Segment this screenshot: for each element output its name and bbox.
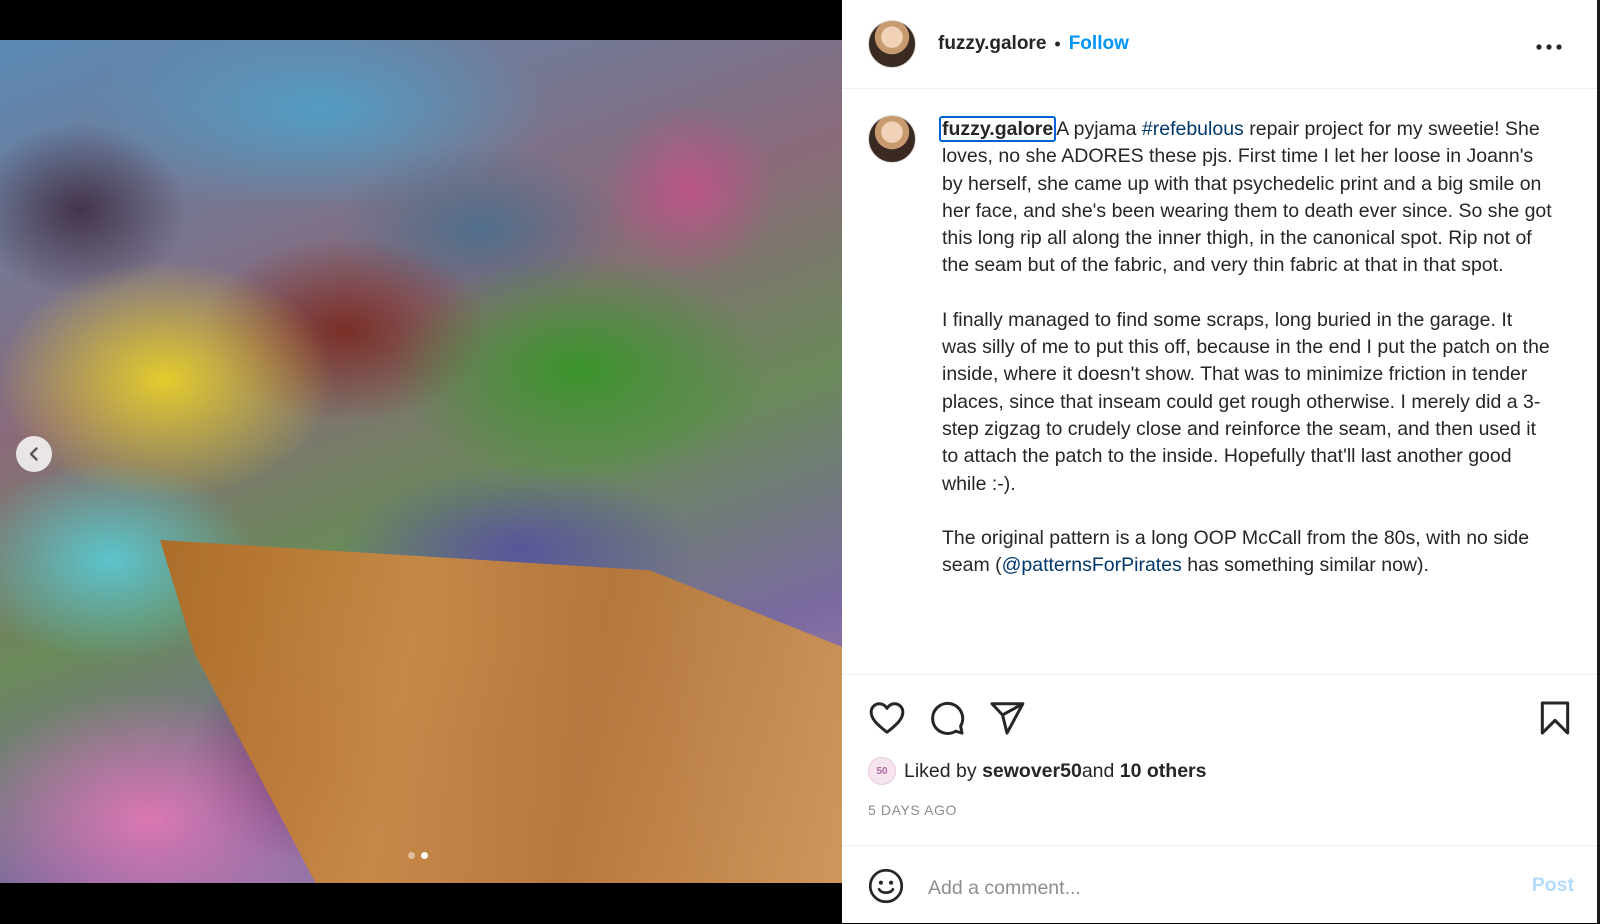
post-comment-button[interactable]: Post — [1532, 874, 1574, 897]
likes-prefix: Liked by — [904, 759, 977, 782]
likes-middle: and — [1081, 759, 1115, 782]
post-panel: fuzzy.galore • Follow fuzzy.galore A pyja… — [842, 0, 1600, 923]
chevron-left-icon — [29, 447, 38, 461]
caption-avatar[interactable] — [868, 115, 916, 163]
carousel-dot — [408, 852, 415, 859]
header-separator: • — [1054, 33, 1061, 54]
caption-paragraph-2: I finally managed to find some scraps, l… — [942, 308, 1556, 495]
caption-text-segment: has something similar now). — [1181, 554, 1429, 577]
author-username[interactable]: fuzzy.galore — [938, 33, 1046, 55]
post-photo[interactable] — [0, 40, 842, 883]
more-icon[interactable] — [1536, 30, 1562, 58]
liker-username[interactable]: sewover50 — [982, 760, 1082, 783]
follow-button[interactable]: Follow — [1069, 33, 1129, 55]
heart-icon[interactable] — [868, 699, 906, 737]
action-bar — [842, 674, 1600, 755]
hashtag-link[interactable]: #refebulous — [1142, 118, 1244, 140]
caption-paragraph-3: The original pattern is a long OOP McCal… — [942, 525, 1552, 580]
likes-others-link[interactable]: 10 others — [1120, 760, 1207, 783]
caption-text: fuzzy.galore A pyjama #refebulous repair … — [939, 116, 1556, 606]
comment-icon[interactable] — [928, 699, 966, 737]
photo-wood-surface — [160, 540, 842, 883]
bookmark-icon[interactable] — [1536, 699, 1574, 737]
mention-link[interactable]: @patternsForPirates — [1002, 554, 1182, 576]
post-date[interactable]: 5 DAYS AGO — [868, 802, 957, 818]
likes-summary: 50 Liked by sewover50 and 10 others — [868, 757, 1206, 785]
author-avatar[interactable] — [868, 20, 916, 68]
caption-paragraph-1: fuzzy.galore A pyjama #refebulous repair … — [939, 116, 1552, 280]
caption-area: fuzzy.galore A pyjama #refebulous repair … — [842, 89, 1600, 673]
liker-avatar[interactable]: 50 — [868, 757, 896, 785]
share-icon[interactable] — [988, 699, 1026, 737]
smile-icon[interactable] — [868, 868, 904, 904]
carousel-prev-button[interactable] — [16, 436, 52, 472]
carousel-dots — [408, 852, 428, 859]
caption-text-segment: A pyjama — [1056, 118, 1142, 140]
comment-bar: Post — [842, 845, 1600, 924]
media-viewer — [0, 0, 842, 923]
comment-input[interactable] — [926, 870, 1490, 906]
caption-username[interactable]: fuzzy.galore — [939, 116, 1057, 142]
carousel-dot-active — [421, 852, 428, 859]
post-header: fuzzy.galore • Follow — [842, 0, 1600, 89]
